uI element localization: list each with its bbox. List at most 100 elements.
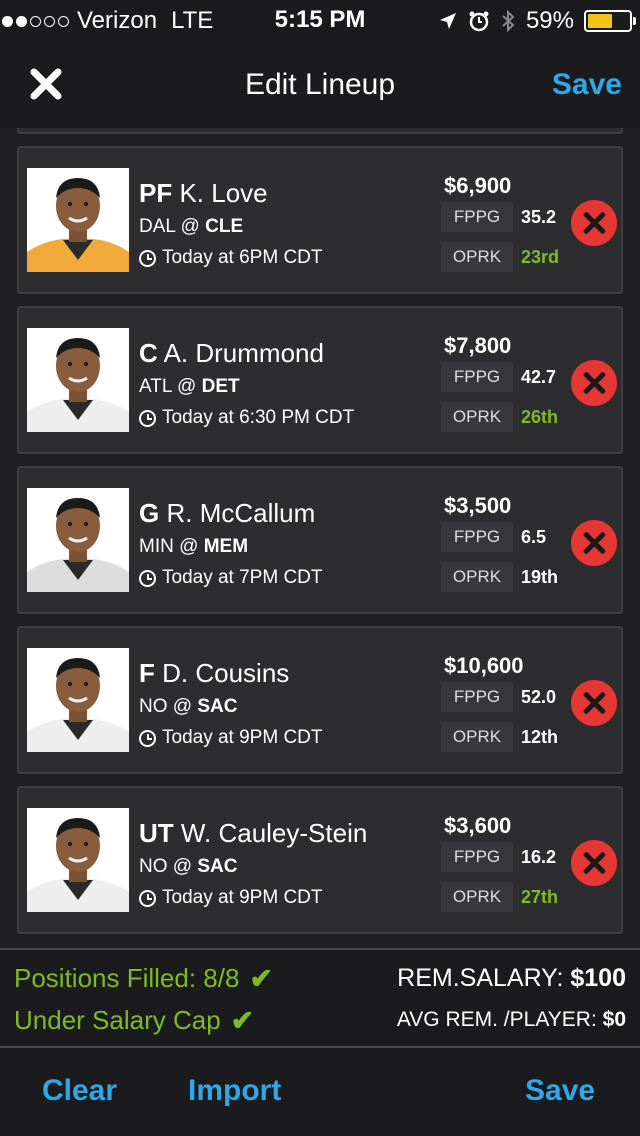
player-card[interactable]: C A. Drummond ATL @ DET Today at 6:30 PM… <box>17 306 623 454</box>
fppg-value: 6.5 <box>521 527 547 547</box>
player-headshot <box>27 808 129 912</box>
player-salary: $3,600 <box>444 813 512 838</box>
remove-player-icon[interactable] <box>571 200 617 246</box>
avg-remaining-label: AVG REM. /PLAYER: <box>396 1008 597 1031</box>
game-matchup: ATL @ DET <box>139 376 240 397</box>
list-item <box>17 128 623 134</box>
game-time: Today at 7PM CDT <box>162 567 323 588</box>
away-team: NO <box>139 696 168 717</box>
fppg-value: 16.2 <box>521 847 557 867</box>
remaining-salary-value: $100 <box>570 964 626 992</box>
game-time: Today at 6PM CDT <box>162 247 323 268</box>
bluetooth-icon <box>502 9 515 33</box>
away-team: MIN <box>139 536 174 557</box>
clear-button[interactable]: Clear <box>42 1074 117 1108</box>
fppg-value: 42.7 <box>521 367 557 387</box>
home-team: DET <box>201 376 240 397</box>
remaining-salary-label: REM.SALARY: <box>397 964 564 992</box>
page-title: Edit Lineup <box>244 68 396 101</box>
avg-remaining-value: $0 <box>602 1008 626 1031</box>
remove-player-icon[interactable] <box>571 840 617 886</box>
battery-icon <box>584 10 636 32</box>
player-position: G <box>139 498 160 528</box>
checkmark-icon: ✔ <box>249 963 273 994</box>
away-team: NO <box>139 856 168 877</box>
player-name: D. Cousins <box>162 658 290 688</box>
game-matchup: NO @ SAC <box>139 856 238 877</box>
oprk-label: OPRK <box>441 402 513 432</box>
game-matchup: NO @ SAC <box>139 696 238 717</box>
home-team: CLE <box>205 216 244 237</box>
salary-cap-status: Under Salary Cap <box>14 1005 221 1035</box>
save-lineup-button[interactable]: Save <box>525 1074 595 1108</box>
home-team: SAC <box>197 696 238 717</box>
game-time: Today at 6:30 PM CDT <box>162 407 355 428</box>
home-team: SAC <box>197 856 238 877</box>
home-team: MEM <box>203 536 249 557</box>
player-card[interactable]: G R. McCallum MIN @ MEM Today at 7PM CDT… <box>17 466 623 614</box>
clock-icon <box>139 249 156 267</box>
player-card[interactable]: F D. Cousins NO @ SAC Today at 9PM CDT $… <box>17 626 623 774</box>
game-time: Today at 9PM CDT <box>162 887 323 908</box>
remove-player-icon[interactable] <box>571 680 617 726</box>
player-name: A. Drummond <box>163 338 324 368</box>
fppg-label: FPPG <box>441 682 513 712</box>
game-matchup: DAL @ CLE <box>139 216 244 237</box>
clock-icon <box>139 889 156 907</box>
lineup-summary: Positions Filled: 8/8 ✔ Under Salary Cap… <box>0 948 640 1048</box>
status-bar: Verizon LTE 5:15 PM 59% <box>0 0 640 42</box>
player-card[interactable]: UT W. Cauley-Stein NO @ SAC Today at 9PM… <box>17 786 623 934</box>
oprk-value: 23rd <box>521 247 560 267</box>
fppg-label: FPPG <box>441 842 513 872</box>
avg-remaining-per-player: AVG REM. /PLAYER: $0 <box>397 1008 626 1032</box>
remaining-salary: REM.SALARY: $100 <box>397 964 626 993</box>
player-headshot <box>27 168 129 272</box>
player-position: C <box>139 338 158 368</box>
oprk-label: OPRK <box>441 722 513 752</box>
save-button[interactable]: Save <box>552 68 622 102</box>
player-position: PF <box>139 178 173 208</box>
location-arrow-icon <box>439 13 456 29</box>
away-team: ATL <box>139 376 172 397</box>
player-salary: $6,900 <box>444 173 512 198</box>
player-position: UT <box>139 818 174 848</box>
player-name: R. McCallum <box>166 498 316 528</box>
player-position: F <box>139 658 155 688</box>
oprk-value: 27th <box>521 887 559 907</box>
fppg-label: FPPG <box>441 202 513 232</box>
fppg-value: 35.2 <box>521 207 557 227</box>
game-matchup: MIN @ MEM <box>139 536 249 557</box>
game-time: Today at 9PM CDT <box>162 727 323 748</box>
fppg-label: FPPG <box>441 522 513 552</box>
player-name: W. Cauley-Stein <box>180 818 368 848</box>
away-team: DAL <box>139 216 176 237</box>
oprk-value: 12th <box>521 727 559 747</box>
battery-percent: 59% <box>525 7 574 34</box>
remove-player-icon[interactable] <box>571 520 617 566</box>
oprk-value: 26th <box>521 407 559 427</box>
import-button[interactable]: Import <box>188 1074 281 1108</box>
bottom-toolbar: Clear Import Save <box>0 1048 640 1136</box>
player-salary: $3,500 <box>444 493 512 518</box>
fppg-value: 52.0 <box>521 687 557 707</box>
nav-bar: Edit Lineup Save <box>0 42 640 128</box>
clock-icon <box>139 729 156 747</box>
oprk-label: OPRK <box>441 882 513 912</box>
checkmark-icon: ✔ <box>230 1005 255 1036</box>
oprk-label: OPRK <box>441 562 513 592</box>
player-headshot <box>27 488 129 592</box>
player-name: K. Love <box>179 178 268 208</box>
player-salary: $10,600 <box>444 653 524 678</box>
player-salary: $7,800 <box>444 333 512 358</box>
player-list[interactable]: PF K. Love DAL @ CLE Today at 6PM CDT $6… <box>0 128 640 948</box>
clock-icon <box>139 569 156 587</box>
remove-player-icon[interactable] <box>571 360 617 406</box>
alarm-icon <box>469 11 489 32</box>
oprk-label: OPRK <box>441 242 513 272</box>
oprk-value: 19th <box>521 567 559 587</box>
player-headshot <box>27 648 129 752</box>
positions-filled-status: Positions Filled: 8/8 <box>14 963 240 993</box>
player-headshot <box>27 328 129 432</box>
player-card[interactable]: PF K. Love DAL @ CLE Today at 6PM CDT $6… <box>17 146 623 294</box>
fppg-label: FPPG <box>441 362 513 392</box>
